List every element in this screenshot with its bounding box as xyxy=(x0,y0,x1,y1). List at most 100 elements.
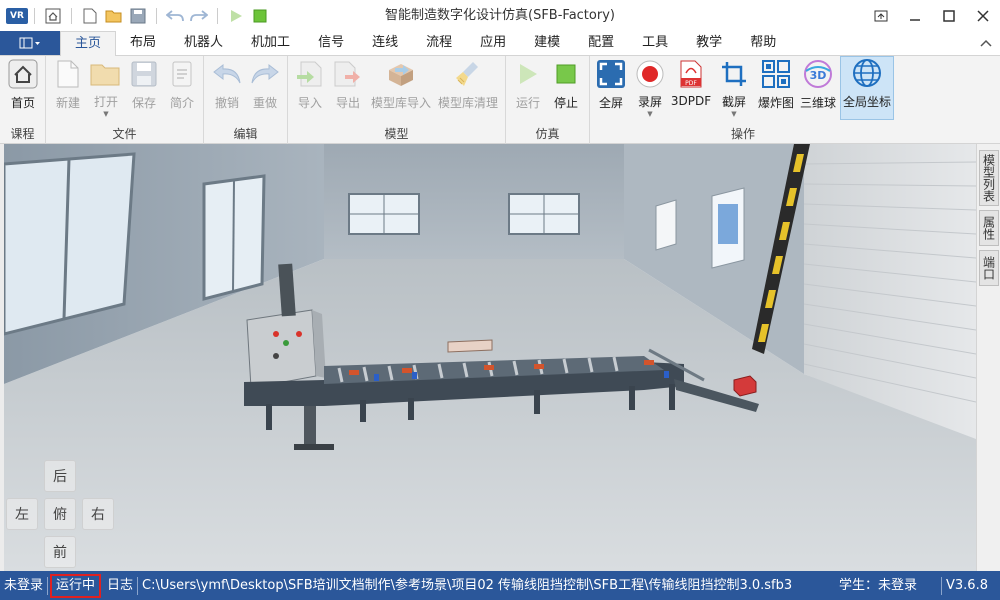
model-library-clean-button[interactable]: 模型库清理 xyxy=(436,58,500,118)
new-file-icon xyxy=(52,58,84,90)
undo-label: 撤销 xyxy=(214,96,239,110)
file-menu-button[interactable] xyxy=(0,31,60,55)
separator xyxy=(47,576,49,595)
tab-help[interactable]: 帮助 xyxy=(736,31,790,55)
group-edit: 撤销 重做 编辑 xyxy=(204,56,288,144)
group-label-model: 模型 xyxy=(384,127,409,141)
side-tab-ports[interactable]: 端口 xyxy=(979,250,999,286)
model-library-clean-label: 模型库清理 xyxy=(437,96,498,110)
new-button[interactable]: 新建 xyxy=(50,58,86,118)
save-label: 保存 xyxy=(131,96,156,110)
minimize-icon[interactable] xyxy=(898,0,932,32)
ribbon: 首页 课程 新建 打开 ▼ 保存 简介 文件 撤销 重做 编辑 导入 导出 模型… xyxy=(0,56,1000,144)
stop-icon[interactable] xyxy=(250,6,270,26)
tab-teaching[interactable]: 教学 xyxy=(682,31,736,55)
fullscreen-button[interactable]: 全屏 xyxy=(592,58,630,118)
log-button[interactable]: 日志 xyxy=(103,571,137,600)
open-button[interactable]: 打开 ▼ xyxy=(88,58,124,118)
brief-label: 简介 xyxy=(169,96,194,110)
stop-button[interactable]: 停止 xyxy=(548,58,584,118)
tab-signal[interactable]: 信号 xyxy=(304,31,358,55)
screenshot-button[interactable]: 截屏 ▼ xyxy=(714,58,754,118)
group-file: 新建 打开 ▼ 保存 简介 文件 xyxy=(46,56,204,144)
separator xyxy=(71,8,72,24)
svg-text:PDF: PDF xyxy=(685,80,697,87)
tab-modeling[interactable]: 建模 xyxy=(520,31,574,55)
save-button[interactable]: 保存 xyxy=(126,58,162,118)
view-top-button[interactable]: 俯 xyxy=(44,498,76,530)
tab-config[interactable]: 配置 xyxy=(574,31,628,55)
record-screen-button[interactable]: 录屏 ▼ xyxy=(632,58,668,118)
import-button[interactable]: 导入 xyxy=(292,58,328,118)
undo-icon[interactable] xyxy=(165,6,185,26)
fullscreen-label: 全屏 xyxy=(598,96,623,110)
export-icon xyxy=(332,58,364,90)
side-tab-model-list[interactable]: 模型列表 xyxy=(979,150,999,206)
window-controls xyxy=(864,0,1000,32)
tab-robot[interactable]: 机器人 xyxy=(170,31,237,55)
svg-text:3D: 3D xyxy=(810,69,827,82)
tab-layout[interactable]: 布局 xyxy=(116,31,170,55)
play-icon[interactable] xyxy=(226,6,246,26)
group-label-operations: 操作 xyxy=(730,127,755,141)
tab-tools[interactable]: 工具 xyxy=(628,31,682,55)
redo-icon xyxy=(249,58,281,90)
maximize-icon[interactable] xyxy=(932,0,966,32)
home-button[interactable]: 首页 xyxy=(5,58,41,118)
separator xyxy=(34,8,35,24)
tab-process[interactable]: 流程 xyxy=(412,31,466,55)
open-folder-icon[interactable] xyxy=(104,6,124,26)
run-button[interactable]: 运行 xyxy=(510,58,546,118)
record-screen-label: 录屏 xyxy=(637,95,662,109)
new-file-icon[interactable] xyxy=(80,6,100,26)
save-icon[interactable] xyxy=(128,6,148,26)
explode-icon xyxy=(760,58,792,90)
tab-wiring[interactable]: 连线 xyxy=(358,31,412,55)
view-front-button[interactable]: 前 xyxy=(44,536,76,568)
redo-button[interactable]: 重做 xyxy=(246,58,284,118)
home-icon[interactable] xyxy=(43,6,63,26)
undo-button[interactable]: 撤销 xyxy=(208,58,246,118)
model-library-import-button[interactable]: 模型库导入 xyxy=(370,58,432,118)
student-status[interactable]: 学生：未登录 xyxy=(835,571,921,600)
document-icon xyxy=(166,58,198,90)
new-label: 新建 xyxy=(55,96,80,110)
export-button[interactable]: 导出 xyxy=(330,58,366,118)
brief-button[interactable]: 简介 xyxy=(164,58,200,118)
group-operations: 全屏 录屏 ▼ PDF 3DPDF 截屏 ▼ 爆炸图 3D 三维球 全局坐标 操… xyxy=(590,56,896,144)
tab-home[interactable]: 主页 xyxy=(60,31,117,56)
view-left-button[interactable]: 左 xyxy=(6,498,38,530)
global-coordinate-button[interactable]: 全局坐标 xyxy=(840,56,894,120)
explode-view-button[interactable]: 爆炸图 xyxy=(756,58,796,118)
group-label-simulation: 仿真 xyxy=(535,127,560,141)
project-path: C:\Users\ymf\Desktop\SFB培训文档制作\参考场景\项目02… xyxy=(142,578,793,593)
export-label: 导出 xyxy=(335,96,360,110)
redo-icon[interactable] xyxy=(189,6,209,26)
separator xyxy=(156,8,157,24)
restore-icon[interactable] xyxy=(864,0,898,32)
3d-viewport[interactable]: 后 左 俯 右 前 xyxy=(0,144,976,571)
3dpdf-button[interactable]: PDF 3DPDF xyxy=(670,58,712,118)
view-back-button[interactable]: 后 xyxy=(44,460,76,492)
redo-label: 重做 xyxy=(252,96,277,110)
group-label-course: 课程 xyxy=(10,127,35,141)
undo-icon xyxy=(211,58,243,90)
3d-ball-label: 三维球 xyxy=(799,96,836,110)
side-tab-properties[interactable]: 属性 xyxy=(979,210,999,246)
3d-ball-button[interactable]: 3D 三维球 xyxy=(798,58,838,118)
tab-application[interactable]: 应用 xyxy=(466,31,520,55)
close-icon[interactable] xyxy=(966,0,1000,32)
import-icon xyxy=(294,58,326,90)
tab-machining[interactable]: 机加工 xyxy=(237,31,304,55)
login-status[interactable]: 未登录 xyxy=(0,571,47,600)
home-icon xyxy=(7,58,39,90)
dropdown-caret-icon: ▼ xyxy=(103,110,109,118)
3d-sphere-icon: 3D xyxy=(802,58,834,90)
collapse-ribbon-icon[interactable] xyxy=(980,37,992,51)
stop-icon xyxy=(550,58,582,90)
globe-icon xyxy=(851,57,883,89)
view-right-button[interactable]: 右 xyxy=(82,498,114,530)
app-logo[interactable]: VR xyxy=(6,8,28,24)
library-import-icon xyxy=(385,58,417,90)
dropdown-caret-icon: ▼ xyxy=(647,110,653,118)
